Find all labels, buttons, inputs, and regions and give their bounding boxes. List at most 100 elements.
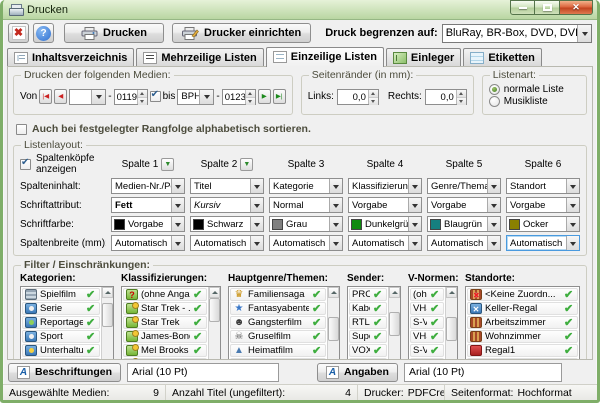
list-item[interactable]: PRO 7 bbox=[349, 288, 387, 301]
alphabetical-sort-checkbox[interactable] bbox=[16, 124, 27, 135]
close-button[interactable]: ✕ bbox=[560, 0, 593, 15]
scroll-thumb[interactable] bbox=[102, 303, 113, 327]
list-item[interactable]: ?(ohne Angabe) bbox=[123, 288, 207, 301]
column-width-select-6[interactable]: Automatisch bbox=[506, 235, 580, 251]
show-column-headers-checkbox[interactable] bbox=[20, 159, 31, 170]
spinner-arrows-icon[interactable] bbox=[245, 90, 255, 104]
tab-einleger[interactable]: Einleger bbox=[386, 48, 461, 66]
angaben-font-field[interactable]: Arial (10 Pt) bbox=[404, 363, 562, 382]
bis-checkbox[interactable] bbox=[150, 91, 161, 102]
list-item[interactable]: ▲Heimatfilm bbox=[230, 344, 326, 357]
column-content-select-1[interactable]: Medien-Nr./Pos bbox=[111, 178, 185, 194]
scroll-up-icon[interactable] bbox=[102, 287, 113, 298]
scrollbar[interactable] bbox=[327, 287, 339, 360]
font-color-select-1[interactable]: Vorgabe bbox=[111, 216, 185, 232]
scrollbar[interactable] bbox=[445, 287, 457, 360]
list-item[interactable]: Unterhaltu... bbox=[22, 344, 100, 357]
list-item[interactable]: 3 SAT bbox=[349, 358, 387, 360]
list-item[interactable]: Regal1 bbox=[467, 344, 578, 357]
list-item[interactable]: ♜Historienfilm bbox=[230, 358, 326, 360]
list-item[interactable]: Wohnzimmer bbox=[467, 330, 578, 343]
scroll-thumb[interactable] bbox=[209, 298, 220, 322]
list-item[interactable]: S-V... bbox=[410, 344, 444, 357]
minimize-button[interactable] bbox=[510, 0, 535, 15]
list-item[interactable]: VHS ... bbox=[410, 330, 444, 343]
scroll-thumb[interactable] bbox=[328, 317, 339, 341]
list-item[interactable]: Kabe... bbox=[349, 302, 387, 315]
tab-etiketten[interactable]: Etiketten bbox=[463, 48, 541, 66]
nav-prev-button[interactable]: ◀ bbox=[54, 89, 67, 104]
list-item[interactable]: James-Bond... bbox=[123, 330, 207, 343]
font-color-select-2[interactable]: Schwarz bbox=[190, 216, 264, 232]
list-item[interactable]: ★Fantasyabente... bbox=[230, 302, 326, 315]
to-number-spinner[interactable]: 0123 bbox=[222, 89, 256, 105]
scrollbar[interactable] bbox=[101, 287, 113, 360]
list-item[interactable]: ☻Gangsterfilm bbox=[230, 316, 326, 329]
list-item[interactable]: ♛Familiensaga bbox=[230, 288, 326, 301]
font-color-select-3[interactable]: Grau bbox=[269, 216, 343, 232]
list-item[interactable]: Spielfilm bbox=[22, 288, 100, 301]
beschriftungen-font-button[interactable]: ABeschriftungen bbox=[8, 363, 121, 382]
scroll-thumb[interactable] bbox=[446, 317, 457, 341]
list-item[interactable]: Star Trek bbox=[123, 316, 207, 329]
scroll-up-icon[interactable] bbox=[389, 287, 400, 298]
list-item[interactable]: Pink-Panthe... bbox=[123, 358, 207, 360]
printer-setup-button[interactable]: Drucker einrichten bbox=[172, 23, 311, 43]
left-margin-spinner[interactable]: 0,0 bbox=[337, 89, 379, 105]
list-item[interactable]: Star Trek - ... bbox=[123, 302, 207, 315]
list-item[interactable]: <Keine Zuordn... bbox=[467, 288, 578, 301]
font-attribute-select-1[interactable]: Fett bbox=[111, 197, 185, 213]
column-content-select-6[interactable]: Standort bbox=[506, 178, 580, 194]
list-item[interactable]: Sport bbox=[22, 330, 100, 343]
show-column-headers-option[interactable]: Spaltenköpfe anzeigen bbox=[20, 153, 106, 175]
column-width-select-3[interactable]: Automatisch bbox=[269, 235, 343, 251]
font-attribute-select-3[interactable]: Normal bbox=[269, 197, 343, 213]
list-item[interactable]: PAL bbox=[410, 358, 444, 360]
font-attribute-select-4[interactable]: Vorgabe bbox=[348, 197, 422, 213]
column-content-select-5[interactable]: Genre/Thema bbox=[427, 178, 501, 194]
radio-musikliste[interactable]: Musikliste bbox=[489, 96, 580, 107]
list-item[interactable]: Regal2 bbox=[467, 358, 578, 360]
column-content-select-3[interactable]: Kategorie bbox=[269, 178, 343, 194]
list-item[interactable]: Serie bbox=[22, 302, 100, 315]
list-item[interactable]: S-VHS bbox=[410, 316, 444, 329]
scroll-up-icon[interactable] bbox=[328, 287, 339, 298]
nav-last-button[interactable]: ▶| bbox=[273, 89, 286, 104]
list-item[interactable]: (ohne) bbox=[410, 288, 444, 301]
list-item[interactable]: Kinder bbox=[22, 358, 100, 360]
radio-normale-liste[interactable]: normale Liste bbox=[489, 84, 580, 95]
alphabetical-sort-option[interactable]: Auch bei festgelegter Rangfolge alphabet… bbox=[16, 121, 587, 137]
scroll-up-icon[interactable] bbox=[446, 287, 457, 298]
column-width-select-4[interactable]: Automatisch bbox=[348, 235, 422, 251]
list-item[interactable]: ✕Keller-Regal bbox=[467, 302, 578, 315]
scroll-up-icon[interactable] bbox=[209, 287, 220, 298]
titlebar[interactable]: Drucken ✕ bbox=[3, 0, 597, 20]
limit-print-select[interactable]: BluRay, BR-Box, DVD, DVDBox bbox=[442, 24, 592, 43]
scroll-thumb[interactable] bbox=[389, 312, 400, 336]
list-item[interactable]: VOX bbox=[349, 344, 387, 357]
scrollbar[interactable] bbox=[208, 287, 220, 360]
column-content-select-4[interactable]: Klassifizierung bbox=[348, 178, 422, 194]
column-width-select-5[interactable]: Automatisch bbox=[427, 235, 501, 251]
column-width-select-2[interactable]: Automatisch bbox=[190, 235, 264, 251]
right-margin-spinner[interactable]: 0,0 bbox=[425, 89, 467, 105]
tab-mehrzeilige-listen[interactable]: Mehrzeilige Listen bbox=[136, 48, 263, 66]
column-width-select-1[interactable]: Automatisch bbox=[111, 235, 185, 251]
list-item[interactable]: Supe... bbox=[349, 330, 387, 343]
nav-next-button[interactable]: ▶ bbox=[258, 89, 271, 104]
help-button[interactable]: ? bbox=[33, 23, 54, 43]
list-item[interactable]: VHS bbox=[410, 302, 444, 315]
column-content-select-2[interactable]: Titel bbox=[190, 178, 264, 194]
font-attribute-select-5[interactable]: Vorgabe bbox=[427, 197, 501, 213]
list-item[interactable]: RTL 2 bbox=[349, 316, 387, 329]
font-color-select-4[interactable]: Dunkelgrün bbox=[348, 216, 422, 232]
from-number-spinner[interactable]: 0119 bbox=[114, 89, 148, 105]
list-item[interactable]: ☠Gruselfilm bbox=[230, 330, 326, 343]
from-media-select[interactable] bbox=[69, 89, 106, 105]
print-button[interactable]: Drucken bbox=[64, 23, 164, 43]
font-color-select-5[interactable]: Blaugrün bbox=[427, 216, 501, 232]
spinner-arrows-icon[interactable] bbox=[456, 90, 466, 104]
scrollbar[interactable] bbox=[388, 287, 400, 360]
nav-first-button[interactable]: |◀ bbox=[39, 89, 52, 104]
maximize-button[interactable] bbox=[535, 0, 560, 15]
